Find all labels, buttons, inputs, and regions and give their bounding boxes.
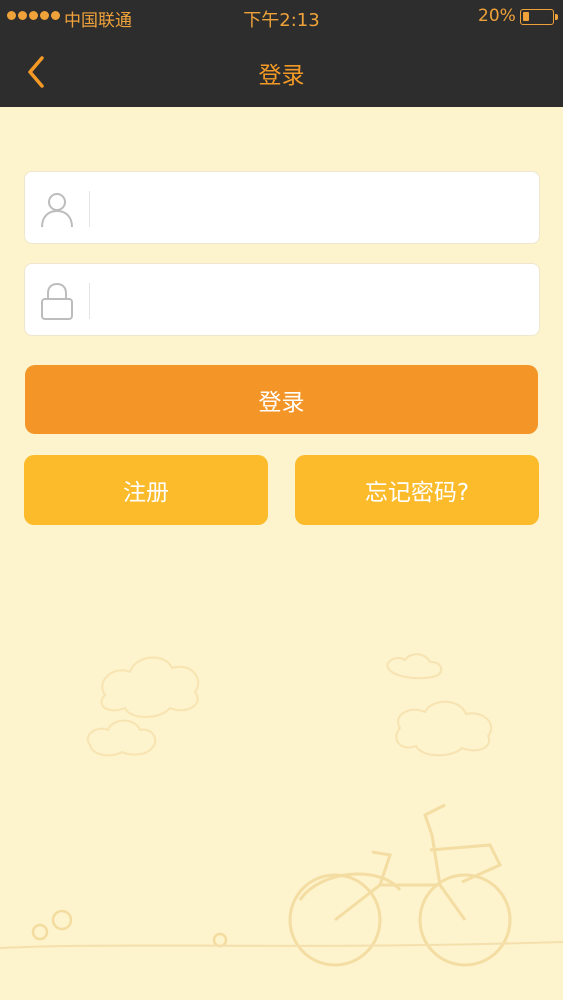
forgot-password-button[interactable]: 忘记密码? (295, 455, 539, 525)
cloud-right-icon (386, 653, 493, 757)
user-icon (41, 193, 73, 228)
status-bar: 中国联通 下午2:13 20% (0, 0, 563, 34)
ground-line (0, 941, 563, 949)
battery-level-fill (523, 12, 529, 21)
app-header: 中国联通 下午2:13 20% 登录 (0, 0, 563, 107)
field-divider (89, 191, 90, 227)
cloud-small-icon (86, 719, 157, 757)
battery-percent: 20% (478, 6, 516, 26)
username-field[interactable] (24, 171, 540, 244)
bicycle-icon (288, 803, 512, 967)
password-input[interactable] (101, 278, 526, 322)
login-button[interactable]: 登录 (25, 365, 538, 434)
flower-icon (31, 909, 228, 948)
username-input[interactable] (101, 186, 526, 230)
lock-icon (41, 282, 73, 320)
page-title: 登录 (258, 63, 305, 89)
background-illustration (0, 653, 563, 967)
battery-icon (520, 9, 558, 25)
password-field[interactable] (24, 263, 540, 336)
register-button[interactable]: 注册 (24, 455, 268, 525)
cloud-left-icon (100, 656, 200, 718)
field-divider (89, 283, 90, 319)
